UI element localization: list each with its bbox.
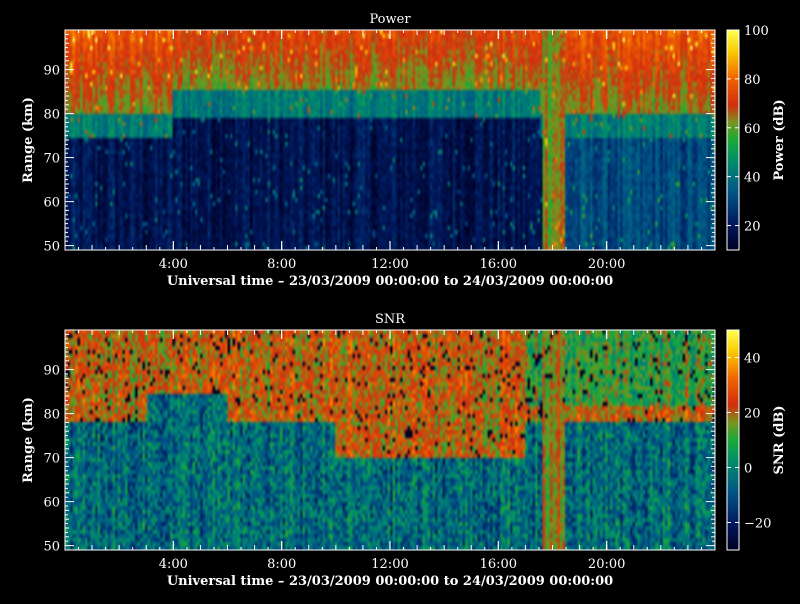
power-y-tick-label: 90: [43, 64, 60, 79]
power-colorbar-tick-label: 20: [744, 220, 761, 235]
power-chart: Power 4:00 8:00 12:00 16:00 20:00 50 60 70 80 90…: [21, 12, 787, 289]
snr-heatmap: [65, 330, 715, 550]
power-y-tick-label: 60: [43, 196, 60, 211]
snr-panel: SNR 4:00 8:00 12:00 16:00 20:00 50 60 70 80 90 R…: [0, 300, 800, 600]
power-y-tick-label: 80: [43, 108, 60, 123]
snr-y-tick-label: 50: [43, 540, 60, 555]
snr-x-tick-label: 16:00: [480, 557, 517, 572]
snr-x-tick-label: 4:00: [159, 557, 188, 572]
snr-x-tick-label: 12:00: [371, 557, 408, 572]
snr-chart: SNR 4:00 8:00 12:00 16:00 20:00 50 60 70 80 90 R…: [21, 312, 787, 589]
power-panel: Power 4:00 8:00 12:00 16:00 20:00 50 60 70 80 90…: [0, 0, 800, 300]
snr-y-axis-label: Range (km): [21, 397, 36, 483]
power-x-tick-label: 12:00: [371, 257, 408, 272]
snr-colorbar-tick-label: 40: [744, 352, 761, 367]
power-x-axis-label: Universal time – 23/03/2009 00:00:00 to …: [167, 274, 613, 289]
power-title: Power: [369, 12, 411, 27]
snr-y-tick-label: 60: [43, 496, 60, 511]
snr-colorbar-tick-label: 0: [744, 462, 752, 477]
snr-colorbar-label: SNR (dB): [772, 406, 787, 475]
power-colorbar: [727, 30, 739, 250]
snr-x-axis-label: Universal time – 23/03/2009 00:00:00 to …: [167, 574, 613, 589]
snr-y-tick-label: 70: [43, 452, 60, 467]
power-x-tick-label: 4:00: [159, 257, 188, 272]
power-x-tick-label: 8:00: [267, 257, 296, 272]
power-heatmap: [65, 30, 715, 250]
snr-x-tick-label: 20:00: [588, 557, 625, 572]
snr-title: SNR: [375, 312, 406, 327]
power-colorbar-label: Power (dB): [772, 99, 787, 180]
snr-y-tick-label: 80: [43, 408, 60, 423]
power-y-tick-label: 70: [43, 152, 60, 167]
power-x-tick-label: 16:00: [480, 257, 517, 272]
power-colorbar-tick-label: 40: [744, 171, 761, 186]
snr-colorbar-tick-label: −20: [744, 517, 771, 532]
power-colorbar-tick-label: 80: [744, 73, 761, 88]
power-colorbar-tick-label: 60: [744, 122, 761, 137]
snr-y-tick-label: 90: [43, 364, 60, 379]
snr-colorbar: [727, 330, 739, 550]
snr-x-tick-label: 8:00: [267, 557, 296, 572]
power-x-tick-label: 20:00: [588, 257, 625, 272]
power-y-tick-label: 50: [43, 240, 60, 255]
power-colorbar-tick-label: 100: [744, 24, 769, 39]
snr-colorbar-tick-label: 20: [744, 407, 761, 422]
power-y-axis-label: Range (km): [21, 97, 36, 183]
